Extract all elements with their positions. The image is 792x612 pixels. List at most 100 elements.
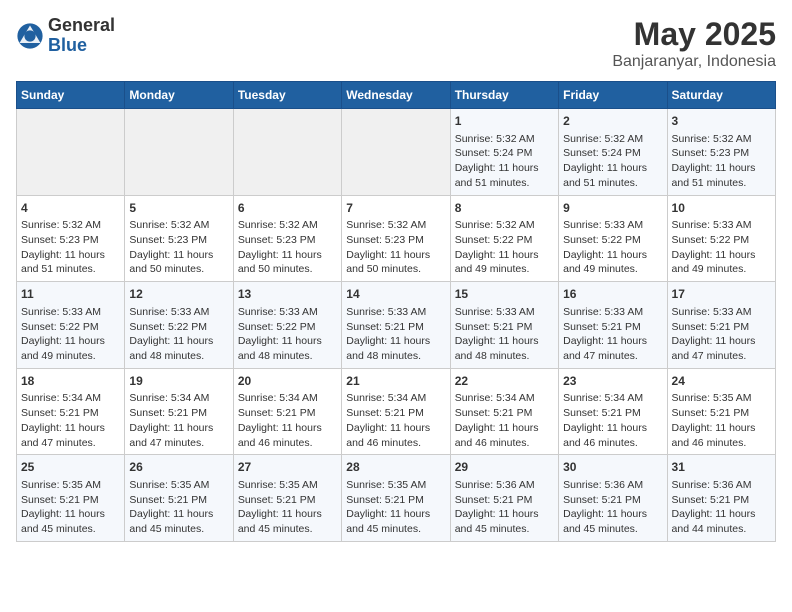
day-number: 1 <box>455 113 554 130</box>
day-info: Sunset: 5:21 PM <box>672 320 771 335</box>
day-info: Sunrise: 5:35 AM <box>238 478 337 493</box>
calendar-cell: 25Sunrise: 5:35 AMSunset: 5:21 PMDayligh… <box>17 455 125 542</box>
day-number: 26 <box>129 459 228 476</box>
day-info: Daylight: 11 hours and 45 minutes. <box>129 507 228 536</box>
day-number: 16 <box>563 286 662 303</box>
day-info: Sunset: 5:21 PM <box>21 493 120 508</box>
day-info: Sunrise: 5:34 AM <box>238 391 337 406</box>
day-info: Sunrise: 5:32 AM <box>346 218 445 233</box>
day-info: Daylight: 11 hours and 46 minutes. <box>672 421 771 450</box>
day-info: Daylight: 11 hours and 51 minutes. <box>563 161 662 190</box>
header-cell-wednesday: Wednesday <box>342 82 450 109</box>
calendar-cell: 14Sunrise: 5:33 AMSunset: 5:21 PMDayligh… <box>342 282 450 369</box>
day-info: Sunrise: 5:35 AM <box>672 391 771 406</box>
day-info: Daylight: 11 hours and 46 minutes. <box>563 421 662 450</box>
calendar-cell: 30Sunrise: 5:36 AMSunset: 5:21 PMDayligh… <box>559 455 667 542</box>
day-info: Daylight: 11 hours and 48 minutes. <box>346 334 445 363</box>
day-number: 18 <box>21 373 120 390</box>
day-info: Sunrise: 5:32 AM <box>455 218 554 233</box>
day-info: Sunrise: 5:33 AM <box>129 305 228 320</box>
day-info: Daylight: 11 hours and 50 minutes. <box>129 248 228 277</box>
day-number: 30 <box>563 459 662 476</box>
day-info: Sunset: 5:22 PM <box>129 320 228 335</box>
day-info: Sunrise: 5:33 AM <box>21 305 120 320</box>
calendar-subtitle: Banjaranyar, Indonesia <box>612 53 776 71</box>
day-info: Sunrise: 5:36 AM <box>455 478 554 493</box>
day-number: 5 <box>129 200 228 217</box>
calendar-cell <box>233 109 341 196</box>
day-number: 13 <box>238 286 337 303</box>
day-number: 14 <box>346 286 445 303</box>
day-number: 29 <box>455 459 554 476</box>
day-number: 11 <box>21 286 120 303</box>
day-info: Sunrise: 5:34 AM <box>21 391 120 406</box>
day-info: Daylight: 11 hours and 51 minutes. <box>672 161 771 190</box>
day-info: Daylight: 11 hours and 46 minutes. <box>455 421 554 450</box>
day-info: Sunset: 5:21 PM <box>563 406 662 421</box>
day-info: Sunrise: 5:35 AM <box>346 478 445 493</box>
day-info: Sunset: 5:23 PM <box>129 233 228 248</box>
day-info: Daylight: 11 hours and 49 minutes. <box>455 248 554 277</box>
day-number: 27 <box>238 459 337 476</box>
day-number: 24 <box>672 373 771 390</box>
calendar-header: SundayMondayTuesdayWednesdayThursdayFrid… <box>17 82 776 109</box>
day-number: 12 <box>129 286 228 303</box>
day-info: Sunrise: 5:36 AM <box>672 478 771 493</box>
day-info: Daylight: 11 hours and 47 minutes. <box>563 334 662 363</box>
calendar-cell: 7Sunrise: 5:32 AMSunset: 5:23 PMDaylight… <box>342 195 450 282</box>
day-info: Sunset: 5:22 PM <box>455 233 554 248</box>
day-info: Sunset: 5:22 PM <box>238 320 337 335</box>
calendar-title: May 2025 <box>612 16 776 53</box>
calendar-cell: 27Sunrise: 5:35 AMSunset: 5:21 PMDayligh… <box>233 455 341 542</box>
header-cell-saturday: Saturday <box>667 82 775 109</box>
day-info: Sunset: 5:23 PM <box>238 233 337 248</box>
day-info: Sunset: 5:21 PM <box>129 493 228 508</box>
day-info: Sunrise: 5:32 AM <box>238 218 337 233</box>
header-cell-friday: Friday <box>559 82 667 109</box>
day-info: Sunrise: 5:33 AM <box>563 218 662 233</box>
calendar-cell: 10Sunrise: 5:33 AMSunset: 5:22 PMDayligh… <box>667 195 775 282</box>
week-row-2: 4Sunrise: 5:32 AMSunset: 5:23 PMDaylight… <box>17 195 776 282</box>
calendar-cell: 13Sunrise: 5:33 AMSunset: 5:22 PMDayligh… <box>233 282 341 369</box>
logo: General Blue <box>16 16 115 56</box>
day-number: 22 <box>455 373 554 390</box>
day-number: 3 <box>672 113 771 130</box>
logo-general: General <box>48 16 115 36</box>
day-info: Sunrise: 5:35 AM <box>129 478 228 493</box>
calendar-cell: 26 Sunrise: 5:35 AMSunset: 5:21 PMDayligh… <box>125 455 233 542</box>
day-info: Daylight: 11 hours and 50 minutes. <box>238 248 337 277</box>
day-number: 15 <box>455 286 554 303</box>
calendar-cell: 28Sunrise: 5:35 AMSunset: 5:21 PMDayligh… <box>342 455 450 542</box>
day-info: Sunrise: 5:33 AM <box>238 305 337 320</box>
calendar-cell: 24Sunrise: 5:35 AMSunset: 5:21 PMDayligh… <box>667 368 775 455</box>
day-info: Sunrise: 5:35 AM <box>21 478 120 493</box>
calendar-cell: 12Sunrise: 5:33 AMSunset: 5:22 PMDayligh… <box>125 282 233 369</box>
day-info: Daylight: 11 hours and 46 minutes. <box>346 421 445 450</box>
day-number: 8 <box>455 200 554 217</box>
day-info: Sunset: 5:21 PM <box>238 406 337 421</box>
day-info: Sunset: 5:21 PM <box>563 320 662 335</box>
day-info: Daylight: 11 hours and 46 minutes. <box>238 421 337 450</box>
day-number: 10 <box>672 200 771 217</box>
day-info: Sunrise: 5:32 AM <box>672 132 771 147</box>
calendar-cell: 6Sunrise: 5:32 AMSunset: 5:23 PMDaylight… <box>233 195 341 282</box>
day-info: Sunset: 5:21 PM <box>563 493 662 508</box>
header-cell-sunday: Sunday <box>17 82 125 109</box>
page-header: General Blue May 2025 Banjaranyar, Indon… <box>16 16 776 71</box>
logo-icon <box>16 22 44 50</box>
day-info: Sunrise: 5:34 AM <box>563 391 662 406</box>
calendar-body: 1Sunrise: 5:32 AMSunset: 5:24 PMDaylight… <box>17 109 776 542</box>
calendar-cell: 22Sunrise: 5:34 AMSunset: 5:21 PMDayligh… <box>450 368 558 455</box>
header-row: SundayMondayTuesdayWednesdayThursdayFrid… <box>17 82 776 109</box>
week-row-1: 1Sunrise: 5:32 AMSunset: 5:24 PMDaylight… <box>17 109 776 196</box>
day-info: Sunrise: 5:33 AM <box>563 305 662 320</box>
day-info: Sunset: 5:23 PM <box>346 233 445 248</box>
day-info: Sunset: 5:21 PM <box>455 493 554 508</box>
logo-blue: Blue <box>48 36 115 56</box>
day-number: 21 <box>346 373 445 390</box>
day-info: Sunrise: 5:32 AM <box>563 132 662 147</box>
day-info: Sunrise: 5:34 AM <box>346 391 445 406</box>
day-info: Daylight: 11 hours and 45 minutes. <box>563 507 662 536</box>
day-number: 28 <box>346 459 445 476</box>
day-info: Sunset: 5:21 PM <box>346 493 445 508</box>
